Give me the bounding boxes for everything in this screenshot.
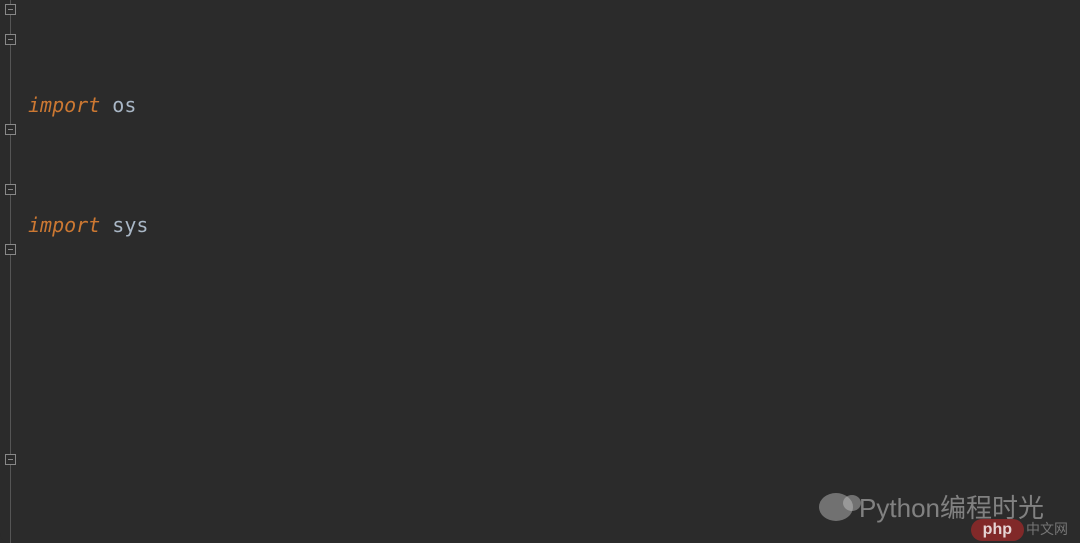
fold-marker-icon[interactable] [5, 244, 16, 255]
fold-marker-icon[interactable] [5, 184, 16, 195]
code-line: import sys [22, 210, 1080, 240]
fold-marker-icon[interactable] [5, 34, 16, 45]
code-line: import os [22, 90, 1080, 120]
code-editor[interactable]: import os import sys def example1(): som… [0, 0, 1080, 543]
keyword: import [28, 213, 100, 237]
code-area[interactable]: import os import sys def example1(): som… [22, 0, 1080, 543]
fold-marker-icon[interactable] [5, 454, 16, 465]
code-line [22, 420, 1080, 450]
fold-marker-icon[interactable] [5, 124, 16, 135]
identifier: sys [100, 213, 148, 237]
fold-marker-icon[interactable] [5, 4, 16, 15]
keyword: import [28, 93, 100, 117]
editor-gutter [0, 0, 22, 543]
code-line [22, 330, 1080, 360]
identifier: os [100, 93, 136, 117]
